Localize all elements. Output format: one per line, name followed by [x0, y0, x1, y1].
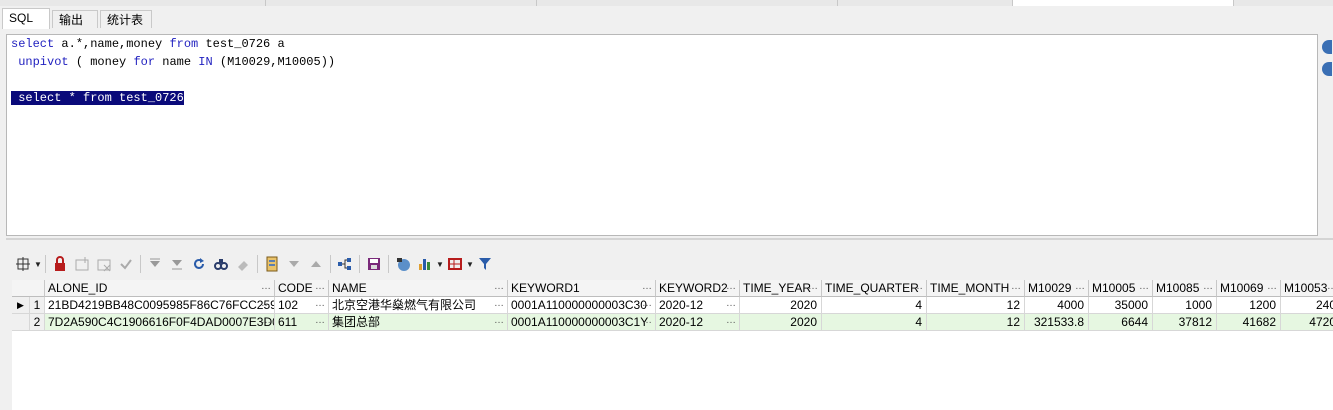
cell-code[interactable]: 611…	[275, 314, 329, 331]
code-line-1: select a.*,name,money from test_0726 a	[11, 37, 285, 51]
editor-tab-bar: SQL 输出 统计表	[0, 7, 1333, 29]
cell-name[interactable]: 北京空港华燊燃气有限公司…	[329, 297, 508, 314]
find-icon[interactable]	[210, 253, 232, 275]
cell-m10053[interactable]: 240	[1281, 297, 1333, 314]
post-icon[interactable]	[115, 253, 137, 275]
toolbar-separator	[388, 255, 389, 273]
sort-desc-icon[interactable]	[283, 253, 305, 275]
column-header-m10069[interactable]: M10069…	[1217, 280, 1281, 297]
column-header-m10053[interactable]: M10053…	[1281, 280, 1333, 297]
window-tab[interactable]	[0, 0, 266, 6]
query-builder-icon[interactable]	[261, 253, 283, 275]
current-row-indicator: ▶	[12, 297, 30, 314]
column-header-name[interactable]: NAME…	[329, 280, 508, 297]
side-expand-icon[interactable]	[1322, 40, 1332, 54]
cell-keyword2[interactable]: 2020-12…	[656, 314, 740, 331]
column-header-time-quarter[interactable]: TIME_QUARTER…	[822, 280, 927, 297]
column-header-m10005[interactable]: M10005…	[1089, 280, 1153, 297]
sql-editor[interactable]: select a.*,name,money from test_0726 a u…	[6, 34, 1318, 236]
tree-icon[interactable]	[334, 253, 356, 275]
cell-keyword1[interactable]: 0001A110000000003C30…	[508, 297, 656, 314]
column-header-keyword1[interactable]: KEYWORD1…	[508, 280, 656, 297]
row-number[interactable]: 1	[30, 297, 45, 314]
splitter[interactable]	[6, 238, 1333, 240]
window-tab[interactable]	[838, 0, 1013, 6]
refresh-icon[interactable]	[188, 253, 210, 275]
cell-name[interactable]: 集团总部…	[329, 314, 508, 331]
toolbar-separator	[140, 255, 141, 273]
cell-keyword1[interactable]: 0001A110000000003C1Y…	[508, 314, 656, 331]
add-record-icon[interactable]	[71, 253, 93, 275]
chart-icon[interactable]	[414, 253, 436, 275]
chevron-down-icon[interactable]: ▼	[34, 253, 42, 275]
cell-m10085[interactable]: 37812	[1153, 314, 1217, 331]
cell-time-quarter[interactable]: 4	[822, 314, 927, 331]
window-tab-strip	[0, 0, 1333, 6]
cell-time-quarter[interactable]: 4	[822, 297, 927, 314]
toolbar-separator	[257, 255, 258, 273]
chevron-down-icon[interactable]: ▼	[436, 253, 444, 275]
result-grid[interactable]: ALONE_ID… CODE… NAME… KEYWORD1… KEYWORD2…	[12, 280, 1333, 410]
export-icon[interactable]	[392, 253, 414, 275]
toolbar-separator	[330, 255, 331, 273]
window-tab[interactable]	[266, 0, 537, 6]
window-tab[interactable]	[1234, 0, 1333, 6]
toolbar-separator	[359, 255, 360, 273]
column-header-m10085[interactable]: M10085…	[1153, 280, 1217, 297]
first-record-icon[interactable]	[144, 253, 166, 275]
cell-code[interactable]: 102…	[275, 297, 329, 314]
code-line-4: select * from test_0726	[11, 91, 184, 105]
column-header-code[interactable]: CODE…	[275, 280, 329, 297]
cell-m10005[interactable]: 6644	[1089, 314, 1153, 331]
tab-statistics[interactable]: 统计表	[100, 10, 152, 28]
column-header-time-month[interactable]: TIME_MONTH…	[927, 280, 1025, 297]
cell-alone-id[interactable]: 21BD4219BB48C0095985F86C76FCC259…	[45, 297, 275, 314]
sort-asc-icon[interactable]	[305, 253, 327, 275]
column-header-m10029[interactable]: M10029…	[1025, 280, 1089, 297]
column-header-keyword2[interactable]: KEYWORD2…	[656, 280, 740, 297]
cell-alone-id[interactable]: 7D2A590C4C1906616F0F4DAD0007E3D0…	[45, 314, 275, 331]
tab-output[interactable]: 输出	[52, 10, 98, 28]
window-tab[interactable]	[537, 0, 838, 6]
column-header-alone-id[interactable]: ALONE_ID…	[45, 280, 275, 297]
cell-m10029[interactable]: 4000	[1025, 297, 1089, 314]
table-select-icon[interactable]	[12, 253, 34, 275]
window-tab-active[interactable]	[1013, 0, 1234, 6]
result-toolbar: ▼ ▼ ▼	[12, 253, 496, 275]
side-panel-icons	[1322, 40, 1333, 84]
clear-icon[interactable]	[232, 253, 254, 275]
lock-icon[interactable]	[49, 253, 71, 275]
table-row[interactable]: 2 7D2A590C4C1906616F0F4DAD0007E3D0… 611……	[12, 314, 1333, 331]
cell-m10069[interactable]: 41682	[1217, 314, 1281, 331]
filter-icon[interactable]	[474, 253, 496, 275]
side-collapse-icon[interactable]	[1322, 62, 1332, 76]
cell-m10005[interactable]: 35000	[1089, 297, 1153, 314]
cell-time-month[interactable]: 12	[927, 314, 1025, 331]
last-record-icon[interactable]	[166, 253, 188, 275]
column-header-time-year[interactable]: TIME_YEAR…	[740, 280, 822, 297]
corner-cell[interactable]	[12, 280, 45, 297]
cell-m10069[interactable]: 1200	[1217, 297, 1281, 314]
cell-m10029[interactable]: 321533.8	[1025, 314, 1089, 331]
row-number[interactable]: 2	[30, 314, 45, 331]
tab-sql[interactable]: SQL	[2, 8, 50, 29]
grid-view-icon[interactable]	[444, 253, 466, 275]
grid-header-row: ALONE_ID… CODE… NAME… KEYWORD1… KEYWORD2…	[12, 280, 1333, 297]
toolbar-separator	[45, 255, 46, 273]
cell-time-year[interactable]: 2020	[740, 297, 822, 314]
chevron-down-icon[interactable]: ▼	[466, 253, 474, 275]
table-row[interactable]: ▶ 1 21BD4219BB48C0095985F86C76FCC259… 10…	[12, 297, 1333, 314]
code-line-2: unpivot ( money for name IN (M10029,M100…	[18, 55, 336, 69]
cell-m10053[interactable]: 4720	[1281, 314, 1333, 331]
cell-m10085[interactable]: 1000	[1153, 297, 1217, 314]
cell-keyword2[interactable]: 2020-12…	[656, 297, 740, 314]
delete-record-icon[interactable]	[93, 253, 115, 275]
save-icon[interactable]	[363, 253, 385, 275]
row-indicator	[12, 314, 30, 331]
cell-time-year[interactable]: 2020	[740, 314, 822, 331]
cell-time-month[interactable]: 12	[927, 297, 1025, 314]
